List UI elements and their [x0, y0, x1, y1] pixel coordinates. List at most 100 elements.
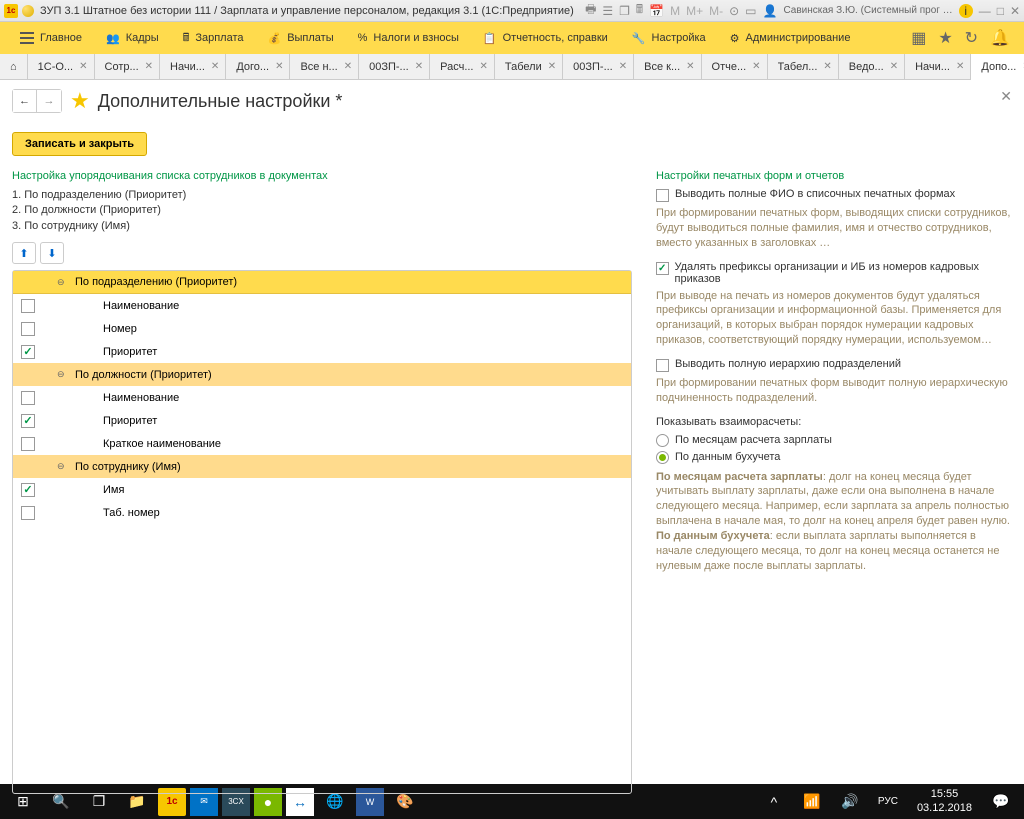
tab-close-icon[interactable]: ✕ [415, 61, 423, 72]
tab-close-icon[interactable]: ✕ [823, 61, 831, 72]
menu-nalogi[interactable]: %Налоги и взносы [346, 22, 471, 54]
tab-close-icon[interactable]: ✕ [145, 61, 153, 72]
radio-by-month[interactable] [656, 434, 669, 447]
info-icon[interactable]: i [959, 4, 973, 18]
tab-close-icon[interactable]: ✕ [79, 61, 87, 72]
gear-icon: ⚙ [730, 32, 740, 45]
tab-close-icon[interactable]: ✕ [548, 61, 556, 72]
m-plus-icon[interactable]: M+ [686, 4, 703, 18]
tree-checkbox[interactable] [21, 322, 35, 336]
tree-checkbox[interactable] [21, 483, 35, 497]
tree-checkbox[interactable] [21, 437, 35, 451]
tab-4[interactable]: Все н...✕ [290, 54, 359, 79]
m-minus-icon[interactable]: M- [709, 4, 723, 18]
tree-item[interactable]: Приоритет [13, 409, 631, 432]
page-title: Дополнительные настройки * [98, 91, 343, 112]
people-icon: 👥 [106, 32, 120, 45]
tab-1[interactable]: Сотр...✕ [95, 54, 161, 79]
tree-item[interactable]: Наименование [13, 386, 631, 409]
print-icon[interactable]: 🖶 [585, 0, 596, 21]
tab-close-icon[interactable]: ✕ [686, 61, 694, 72]
menu-main[interactable]: Главное [8, 22, 94, 54]
tree-checkbox[interactable] [21, 414, 35, 428]
move-up-button[interactable]: ⬆ [12, 242, 36, 264]
menu-admin[interactable]: ⚙Администрирование [718, 22, 863, 54]
tree-item[interactable]: Номер [13, 317, 631, 340]
maximize-icon[interactable]: □ [997, 4, 1004, 18]
tree-checkbox[interactable] [21, 391, 35, 405]
history-icon[interactable]: ↻ [959, 28, 984, 48]
window-title: ЗУП 3.1 Штатное без истории 111 / Зарпла… [40, 5, 585, 17]
save-and-close-button[interactable]: Записать и закрыть [12, 132, 147, 156]
tree-group[interactable]: ⊖ По сотруднику (Имя) [13, 455, 631, 478]
bell-icon[interactable]: 🔔 [984, 28, 1016, 48]
tab-6[interactable]: Расч...✕ [430, 54, 495, 79]
close-page-button[interactable]: ✕ [1000, 88, 1012, 105]
tree-checkbox[interactable] [21, 506, 35, 520]
user-name: Савинская З.Ю. (Системный прог … [783, 5, 952, 16]
search-icon[interactable]: ⊙ [729, 4, 739, 18]
doc-icon[interactable]: ❐ [619, 4, 630, 18]
grid-icon[interactable]: ▦ [905, 28, 932, 48]
collapse-icon[interactable]: ⊖ [57, 461, 67, 472]
move-down-button[interactable]: ⬇ [40, 242, 64, 264]
menu-kadry[interactable]: 👥Кадры [94, 22, 171, 54]
tree-item[interactable]: Краткое наименование [13, 432, 631, 455]
menu-otchet[interactable]: 📋Отчетность, справки [471, 22, 620, 54]
calc-icon: 🖩 [183, 29, 190, 48]
star-icon[interactable]: ★ [932, 28, 958, 48]
hierarchy-checkbox[interactable] [656, 359, 669, 372]
calc-icon[interactable]: 🖩 [636, 0, 643, 21]
tree-checkbox[interactable] [21, 345, 35, 359]
tree-item[interactable]: Таб. номер [13, 501, 631, 524]
tab-12[interactable]: Ведо...✕ [839, 54, 905, 79]
tab-14[interactable]: Допо...✕ [971, 54, 1024, 80]
tab-close-icon[interactable]: ✕ [890, 61, 898, 72]
m-icon[interactable]: M [670, 4, 680, 18]
tab-close-icon[interactable]: ✕ [275, 61, 283, 72]
tab-close-icon[interactable]: ✕ [752, 61, 760, 72]
radio-by-accounting[interactable] [656, 451, 669, 464]
favorite-star-icon[interactable]: ★ [70, 88, 90, 114]
tab-5[interactable]: 00ЗП-...✕ [359, 54, 430, 79]
tab-close-icon[interactable]: ✕ [619, 61, 627, 72]
prefix-checkbox[interactable] [656, 262, 669, 275]
menu-nastroika[interactable]: 🔧Настройка [620, 22, 718, 54]
tab-0[interactable]: 1С-О...✕ [28, 54, 95, 79]
tree-item[interactable]: Имя [13, 478, 631, 501]
collapse-icon[interactable]: ⊖ [57, 369, 67, 380]
menu-zarplata[interactable]: 🖩Зарплата [171, 22, 256, 54]
nav-buttons: ← → [12, 89, 62, 113]
report-icon: 📋 [483, 32, 497, 45]
book-icon[interactable]: ▭ [745, 4, 756, 18]
tab-home[interactable]: ⌂ [0, 54, 28, 79]
menu-vyplaty[interactable]: 💰Выплаты [255, 22, 345, 54]
tab-8[interactable]: 00ЗП-...✕ [563, 54, 634, 79]
tab-7[interactable]: Табели✕ [495, 54, 563, 79]
tab-close-icon[interactable]: ✕ [344, 61, 352, 72]
user-icon[interactable]: 👤 [763, 4, 778, 18]
order-list: 1. По подразделению (Приоритет) 2. По до… [12, 188, 632, 234]
tree-group[interactable]: ⊖ По подразделению (Приоритет) [13, 271, 631, 294]
tab-close-icon[interactable]: ✕ [956, 61, 964, 72]
tab-11[interactable]: Табел...✕ [768, 54, 839, 79]
tab-close-icon[interactable]: ✕ [480, 61, 488, 72]
calendar-icon[interactable]: 📅 [649, 4, 664, 18]
nav-back-button[interactable]: ← [13, 90, 37, 112]
tree-group[interactable]: ⊖ По должности (Приоритет) [13, 363, 631, 386]
tab-2[interactable]: Начи...✕ [160, 54, 226, 79]
tree-item[interactable]: Наименование [13, 294, 631, 317]
tree-item[interactable]: Приоритет [13, 340, 631, 363]
collapse-icon[interactable]: ⊖ [57, 277, 67, 288]
tab-close-icon[interactable]: ✕ [211, 61, 219, 72]
tab-13[interactable]: Начи...✕ [905, 54, 971, 79]
close-window-icon[interactable]: ✕ [1010, 4, 1020, 18]
tree-checkbox[interactable] [21, 299, 35, 313]
tab-9[interactable]: Все к...✕ [634, 54, 701, 79]
tool-icon[interactable]: ☰ [602, 4, 613, 18]
nav-forward-button[interactable]: → [37, 90, 61, 112]
tab-10[interactable]: Отче...✕ [702, 54, 768, 79]
fullname-checkbox[interactable] [656, 189, 669, 202]
minimize-icon[interactable]: — [979, 4, 991, 18]
tab-3[interactable]: Дого...✕ [226, 54, 290, 79]
